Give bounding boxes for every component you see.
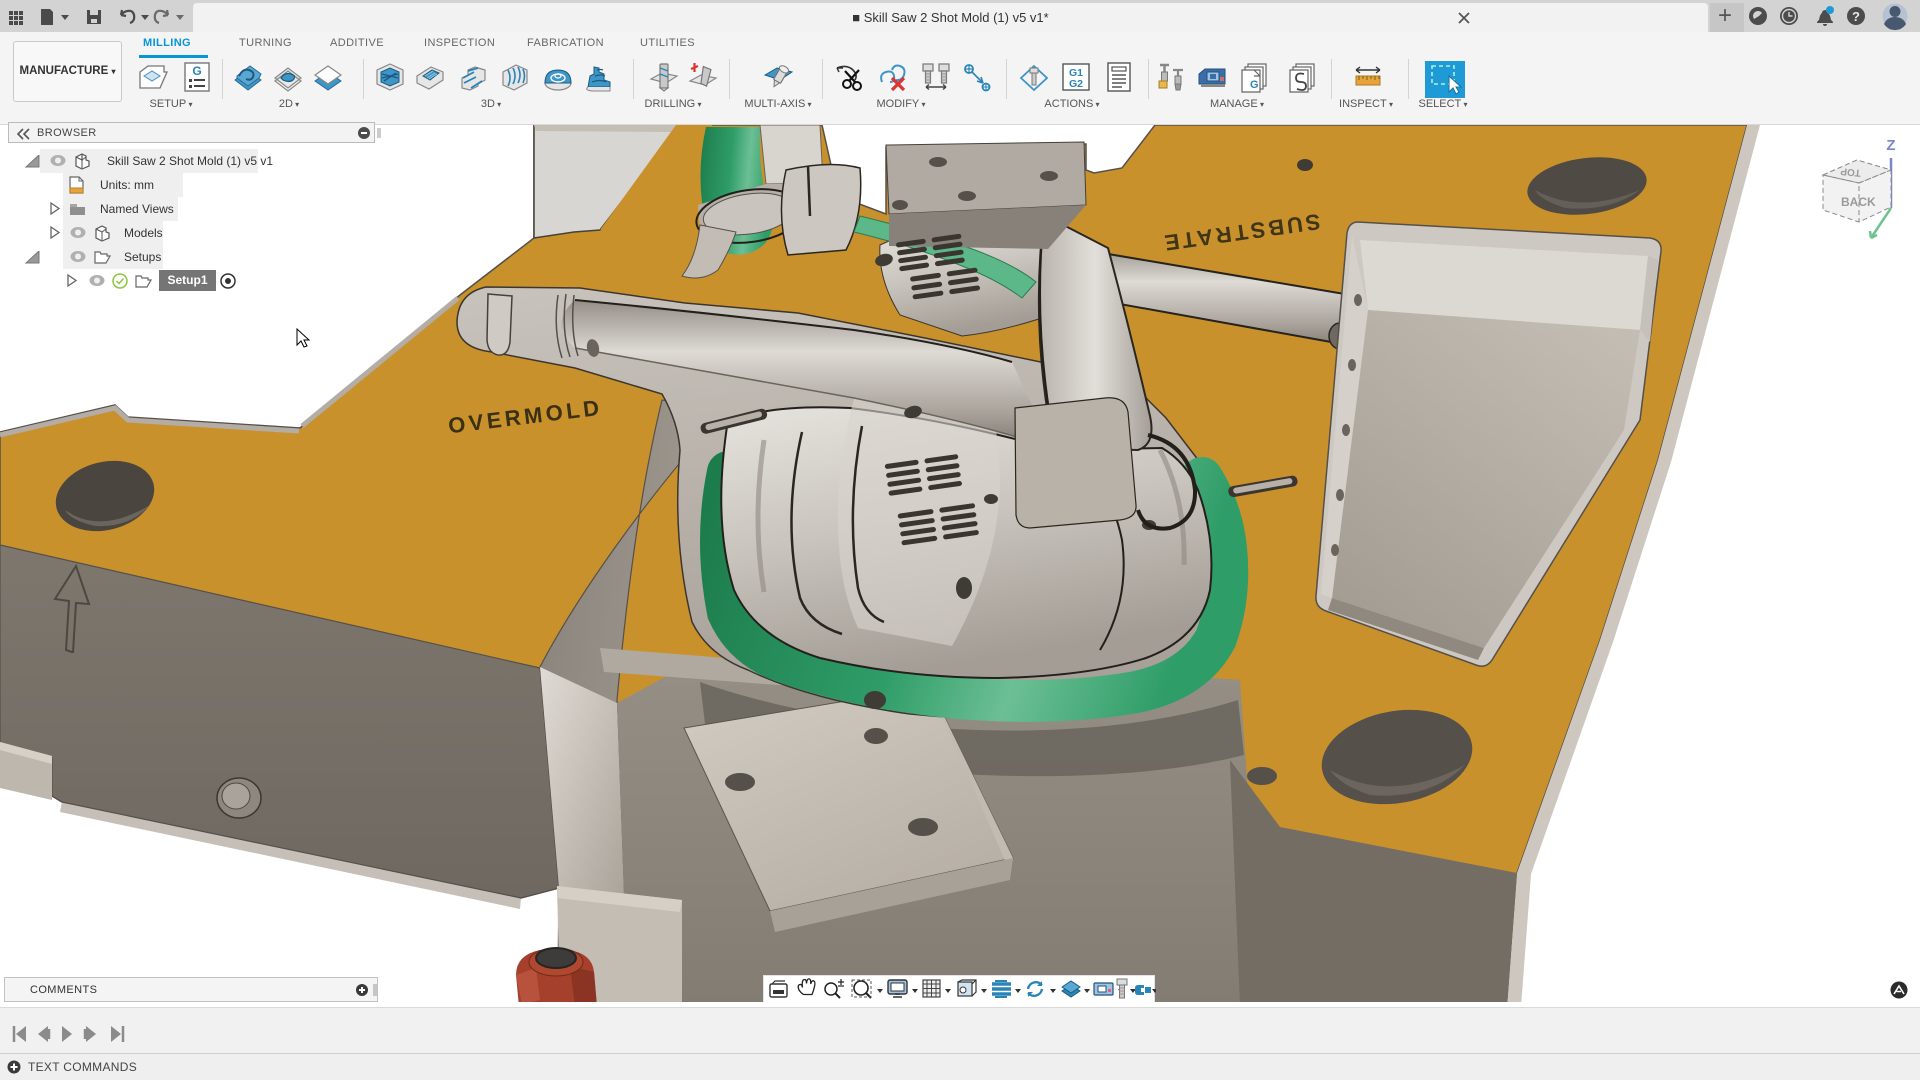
- svg-text:Z: Z: [1886, 137, 1895, 154]
- svg-text:G2: G2: [1069, 78, 1083, 90]
- svg-text:BACK: BACK: [1841, 195, 1876, 209]
- svg-text:G: G: [1250, 79, 1259, 91]
- svg-text:G: G: [192, 64, 201, 78]
- svg-text:?: ?: [1852, 9, 1860, 24]
- svg-text:TOP: TOP: [1840, 165, 1862, 178]
